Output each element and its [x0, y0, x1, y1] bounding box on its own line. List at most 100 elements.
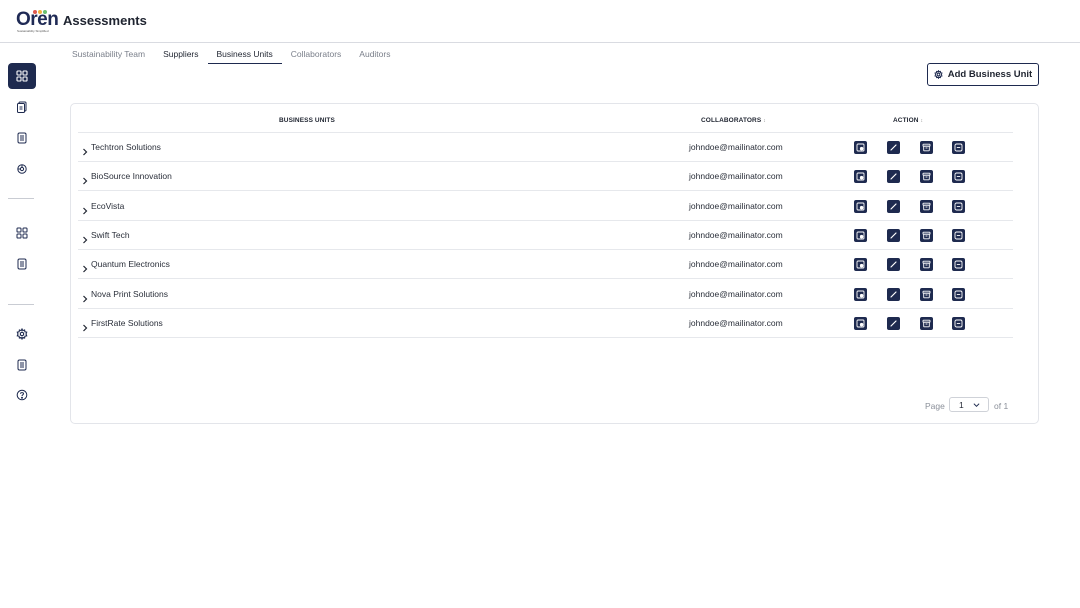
sidebar-item-reports[interactable] [8, 125, 36, 151]
chevron-right-icon[interactable] [81, 172, 89, 185]
chevron-right-icon[interactable] [81, 290, 89, 302]
archive-button[interactable] [920, 316, 933, 330]
sort-icon: ↕ [763, 118, 766, 124]
business-unit-name: BioSource Innovation [91, 171, 172, 182]
chevron-right-icon[interactable] [81, 319, 89, 332]
sidebar-item-dashboard[interactable] [8, 63, 36, 89]
business-unit-name: EcoVista [91, 200, 125, 211]
edit-icon [890, 173, 897, 180]
gear-icon [16, 328, 28, 340]
sidebar-item-apps[interactable] [8, 220, 36, 246]
edit-button[interactable] [887, 287, 900, 301]
view-button[interactable] [854, 287, 867, 301]
business-unit-name: Swift Tech [91, 229, 130, 240]
edit-button[interactable] [887, 228, 900, 242]
archive-icon [922, 202, 931, 210]
tab-collaborators[interactable]: Collaborators [282, 46, 351, 64]
archive-button[interactable] [920, 141, 933, 154]
minus-box-button[interactable] [952, 287, 965, 301]
sidebar-item-help[interactable] [8, 382, 36, 408]
archive-button[interactable] [920, 287, 933, 301]
minus-box-button[interactable] [952, 316, 965, 330]
minus-box-button[interactable] [952, 258, 965, 272]
top-header: Oren Sustainability Simplified Assessmen… [0, 0, 1080, 43]
column-header-collaborators[interactable]: COLLABORATORS ↕ [701, 117, 766, 124]
minus-box-icon [954, 319, 963, 328]
pagination-page-label: Page [925, 401, 945, 411]
chevron-right-icon[interactable] [81, 143, 89, 156]
archive-button[interactable] [920, 199, 933, 213]
archive-button[interactable] [920, 258, 933, 272]
minus-box-icon [954, 231, 963, 240]
sidebar-item-documents[interactable] [8, 94, 36, 120]
business-unit-name: FirstRate Solutions [91, 317, 163, 328]
table-row: BioSource Innovation johndoe@mailinator.c… [78, 162, 1013, 192]
table-row: Quantum Electronics johndoe@mailinator.co… [78, 250, 1013, 280]
sidebar-item-logs[interactable] [8, 352, 36, 378]
archive-icon [922, 143, 931, 152]
archive-button[interactable] [920, 228, 933, 242]
collaborator-email: johndoe@mailinator.com [689, 259, 783, 270]
edit-button[interactable] [887, 170, 900, 184]
edit-button[interactable] [887, 141, 900, 154]
grid-icon [16, 227, 28, 239]
edit-button[interactable] [887, 316, 900, 330]
view-button[interactable] [854, 316, 867, 330]
tab-suppliers[interactable]: Suppliers [154, 46, 207, 64]
archive-icon [922, 260, 931, 269]
minus-box-icon [954, 202, 963, 211]
chevron-right-icon[interactable] [81, 260, 89, 273]
sidebar [0, 43, 43, 608]
archive-button[interactable] [920, 170, 933, 184]
tab-sustainability-team[interactable]: Sustainability Team [63, 46, 154, 64]
tab-auditors[interactable]: Auditors [350, 46, 399, 64]
view-icon [856, 231, 865, 240]
business-units-card: BUSINESS UNITS COLLABORATORS ↕ ACTION ↕ Te… [70, 103, 1039, 424]
minus-box-button[interactable] [952, 199, 965, 213]
edit-button[interactable] [887, 258, 900, 272]
view-button[interactable] [854, 170, 867, 184]
table-row: EcoVista johndoe@mailinator.com [78, 192, 1013, 221]
sidebar-item-settings[interactable] [8, 321, 36, 347]
collaborator-email: johndoe@mailinator.com [689, 229, 783, 240]
minus-box-icon [954, 172, 963, 181]
brain-icon [17, 164, 27, 174]
tab-business-units[interactable]: Business Units [207, 46, 282, 64]
view-button[interactable] [854, 141, 867, 154]
help-icon [16, 389, 28, 401]
add-business-unit-button[interactable]: Add Business Unit [927, 63, 1039, 86]
chevron-right-icon[interactable] [81, 202, 89, 215]
pagination-total: of 1 [994, 401, 1009, 411]
table-row: Swift Tech johndoe@mailinator.com [78, 221, 1013, 250]
table-row: Nova Print Solutions johndoe@mailinator.c… [78, 280, 1013, 309]
tab-bar: Sustainability Team Suppliers Business U… [63, 46, 399, 64]
sidebar-item-analytics[interactable] [8, 156, 36, 182]
oren-logo[interactable]: Oren Sustainability Simplified [16, 10, 59, 34]
collaborator-email: johndoe@mailinator.com [689, 171, 783, 182]
minus-box-button[interactable] [952, 228, 965, 242]
view-button[interactable] [854, 258, 867, 272]
page-select[interactable]: 1 [949, 397, 989, 412]
collaborator-email: johndoe@mailinator.com [689, 317, 783, 328]
column-header-action[interactable]: ACTION ↕ [893, 117, 923, 124]
minus-box-button[interactable] [952, 170, 965, 184]
view-button[interactable] [854, 199, 867, 213]
column-header-business-units: BUSINESS UNITS [279, 117, 335, 124]
archive-icon [922, 319, 931, 328]
sidebar-divider [8, 198, 34, 199]
table-row: Techtron Solutions johndoe@mailinator.com [78, 133, 1013, 162]
minus-box-button[interactable] [952, 141, 965, 154]
logo-tagline: Sustainability Simplified [17, 29, 49, 33]
chevron-right-icon[interactable] [81, 231, 89, 244]
view-button[interactable] [854, 228, 867, 242]
collaborator-email: johndoe@mailinator.com [689, 200, 783, 211]
edit-icon [890, 261, 897, 268]
archive-icon [922, 173, 931, 181]
view-icon [856, 172, 865, 181]
edit-icon [890, 320, 897, 327]
collaborator-email: johndoe@mailinator.com [689, 288, 783, 299]
edit-button[interactable] [887, 199, 900, 213]
archive-icon [922, 290, 931, 298]
chevron-down-icon [973, 403, 980, 408]
sidebar-item-records[interactable] [8, 251, 36, 277]
